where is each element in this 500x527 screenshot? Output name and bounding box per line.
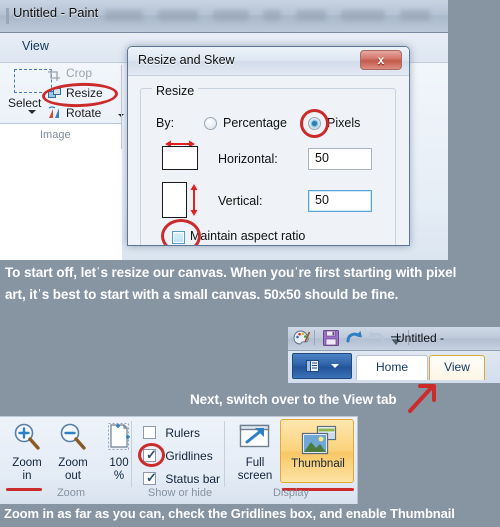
- resize-group-legend: Resize: [152, 84, 199, 98]
- paint-window-tabs-step: Untitled - Home View: [288, 327, 500, 383]
- zoom-out-label-line1: Zoom: [58, 457, 88, 469]
- full-screen-label-line2: screen: [237, 470, 273, 482]
- image-group-label: Image: [40, 129, 71, 141]
- check-mark-icon: ✓: [146, 470, 157, 485]
- zoom-in-label-line2: in: [22, 470, 32, 482]
- rulers-label[interactable]: Rulers: [165, 426, 200, 440]
- blurred-menu-item: [105, 10, 143, 21]
- actual-size-icon: [104, 423, 134, 456]
- zoom-in-button[interactable]: Zoom in: [5, 422, 49, 483]
- annotation-text-1: To start off, letˈs resize our canvas. W…: [5, 265, 460, 302]
- dialog-body: Resize By: Percentage Pixels Horizontal:…: [128, 75, 409, 245]
- window-title-2: Untitled -: [396, 331, 445, 345]
- annotation-underline-zoom-in: [6, 488, 42, 491]
- chevron-down-icon[interactable]: [331, 364, 339, 368]
- redo-icon[interactable]: [368, 330, 385, 350]
- view-ribbon: Zoom in Zoom out 100 % Zoom Rulers ✓ Gri…: [0, 416, 358, 504]
- blurred-menu-item: [158, 10, 198, 21]
- status-bar-checkbox[interactable]: ✓: [143, 470, 157, 485]
- zoom-out-icon: [58, 423, 88, 456]
- paint-title-bar: Untitled - Paint: [0, 0, 448, 33]
- save-icon[interactable]: [323, 330, 339, 351]
- window-title: Untitled - Paint: [13, 5, 99, 20]
- undo-icon[interactable]: [346, 330, 363, 350]
- select-label[interactable]: Select: [8, 96, 41, 110]
- radio-pixels-label[interactable]: Pixels: [327, 116, 360, 130]
- annotation-ellipse-maintain: [161, 219, 201, 245]
- vertical-label: Vertical:: [218, 194, 263, 208]
- paint-canvas-area: [0, 123, 122, 260]
- crop-icon: [48, 68, 61, 81]
- vertical-input[interactable]: 50: [308, 190, 372, 212]
- ribbon-tab-strip: Home View: [288, 351, 500, 383]
- rulers-row[interactable]: Rulers: [143, 424, 200, 440]
- ribbon-divider-2: [224, 421, 225, 487]
- tab-view[interactable]: View: [22, 39, 49, 53]
- zoom-in-icon: [12, 423, 42, 456]
- vertical-arrow-icon: [189, 184, 199, 221]
- status-bar-label[interactable]: Status bar: [165, 472, 220, 486]
- paint-window-resize-step: Untitled - Paint View Select Crop Resize…: [0, 0, 448, 260]
- radio-percentage[interactable]: [204, 117, 217, 130]
- blurred-menu-item: [400, 10, 430, 21]
- zoom-out-button[interactable]: Zoom out: [51, 422, 95, 483]
- actual-size-label-line2: %: [113, 470, 125, 482]
- actual-size-label-line1: 100: [109, 457, 129, 469]
- blurred-menu-item: [213, 10, 249, 21]
- title-bar-divider: [6, 8, 9, 24]
- zoom-group-label: Zoom: [56, 487, 86, 499]
- show-hide-group-label: Show or hide: [147, 487, 213, 499]
- horizontal-box-icon: [162, 146, 198, 170]
- by-label: By:: [156, 116, 175, 130]
- full-screen-icon: [238, 424, 272, 456]
- ribbon-group-divider: [121, 65, 122, 149]
- maintain-aspect-ratio-label[interactable]: Maintain aspect ratio: [190, 229, 305, 243]
- horizontal-input[interactable]: 50: [308, 148, 372, 170]
- full-screen-button[interactable]: Full screen: [231, 422, 279, 483]
- rotate-label[interactable]: Rotate: [66, 106, 101, 120]
- ribbon-divider-1: [131, 421, 132, 487]
- crop-label: Crop: [66, 66, 93, 80]
- annotation-ellipse-gridlines: [138, 443, 165, 467]
- annotation-text-3: Zoom in as far as you can, check the Gri…: [4, 506, 455, 521]
- rulers-checkbox[interactable]: [143, 426, 156, 439]
- actual-size-button[interactable]: 100 %: [97, 422, 141, 483]
- thumbnail-icon: [301, 425, 337, 460]
- tab-home[interactable]: Home: [356, 355, 428, 380]
- zoom-in-label-line1: Zoom: [12, 457, 42, 469]
- quick-access-toolbar: Untitled -: [288, 327, 500, 351]
- display-group-label: Display: [272, 487, 310, 499]
- dialog-title: Resize and Skew: [138, 53, 235, 67]
- dialog-title-bar: Resize and Skew x: [128, 47, 409, 75]
- horizontal-label: Horizontal:: [218, 152, 278, 166]
- status-bar-row[interactable]: ✓ Status bar: [143, 470, 220, 486]
- tab-view-2[interactable]: View: [429, 355, 485, 380]
- radio-percentage-label[interactable]: Percentage: [223, 116, 287, 130]
- blurred-menu-item: [263, 10, 281, 21]
- thumbnail-button[interactable]: Thumbnail: [280, 419, 354, 483]
- blurred-menu-item: [341, 10, 385, 21]
- select-dropdown-caret-icon[interactable]: [28, 110, 36, 114]
- close-icon[interactable]: x: [360, 50, 402, 70]
- vertical-box-icon: [162, 182, 187, 218]
- blurred-menu-item: [296, 10, 326, 21]
- full-screen-label-line1: Full: [245, 457, 265, 469]
- rotate-icon[interactable]: [48, 106, 62, 120]
- file-menu-button[interactable]: [292, 353, 352, 379]
- thumbnail-label: Thumbnail: [291, 458, 345, 470]
- gridlines-label[interactable]: Gridlines: [165, 449, 212, 463]
- annotation-ellipse-pixels: [300, 109, 329, 138]
- zoom-out-label-line2: out: [65, 470, 81, 482]
- resize-and-skew-dialog: Resize and Skew x Resize By: Percentage …: [127, 46, 410, 246]
- paint-palette-icon[interactable]: [293, 330, 311, 352]
- qat-divider: [314, 330, 315, 345]
- annotation-text-2: Next, switch over to the View tab: [190, 392, 397, 407]
